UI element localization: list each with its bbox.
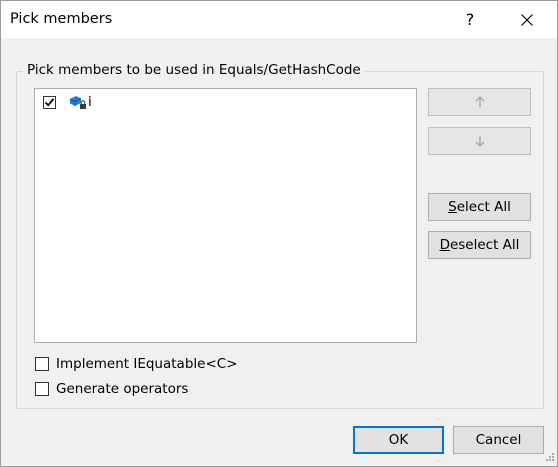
generate-operators-option[interactable]: Generate operators [35, 380, 188, 398]
arrow-up-icon [474, 96, 485, 107]
move-down-button[interactable] [428, 127, 531, 155]
close-icon [521, 13, 533, 26]
help-button[interactable]: ? [447, 1, 493, 38]
members-listbox[interactable]: i [34, 88, 417, 343]
arrow-down-icon [474, 136, 485, 147]
move-up-button[interactable] [428, 88, 531, 116]
deselect-all-mnemonic: D [439, 237, 450, 253]
generate-operators-checkbox[interactable] [35, 382, 49, 396]
dialog-title: Pick members [10, 11, 113, 27]
title-bar: Pick members ? [1, 1, 557, 38]
deselect-all-label: eselect All [449, 237, 520, 253]
close-button[interactable] [504, 1, 550, 38]
resize-grip-icon[interactable] [543, 452, 555, 464]
implement-iequatable-option[interactable]: Implement IEquatable<C> [35, 355, 238, 373]
cancel-button[interactable]: Cancel [453, 426, 544, 454]
members-group-label: Pick members to be used in Equals/GetHas… [23, 62, 365, 78]
select-all-mnemonic: S [448, 199, 457, 215]
member-checkbox-i[interactable] [43, 95, 56, 109]
generate-operators-label: Generate operators [56, 381, 189, 397]
deselect-all-button[interactable]: Deselect All [428, 231, 531, 259]
member-name: i [88, 94, 92, 110]
select-all-label: elect All [456, 199, 511, 215]
member-item-i[interactable]: i [43, 92, 92, 112]
select-all-button[interactable]: Select All [428, 193, 531, 221]
ok-button[interactable]: OK [353, 426, 444, 454]
implement-iequatable-label: Implement IEquatable<C> [56, 356, 238, 372]
field-icon [69, 96, 86, 109]
implement-iequatable-checkbox[interactable] [35, 357, 49, 371]
pick-members-dialog: Pick members ? Pick members to be used i… [0, 0, 558, 467]
checkmark-icon [44, 97, 55, 107]
